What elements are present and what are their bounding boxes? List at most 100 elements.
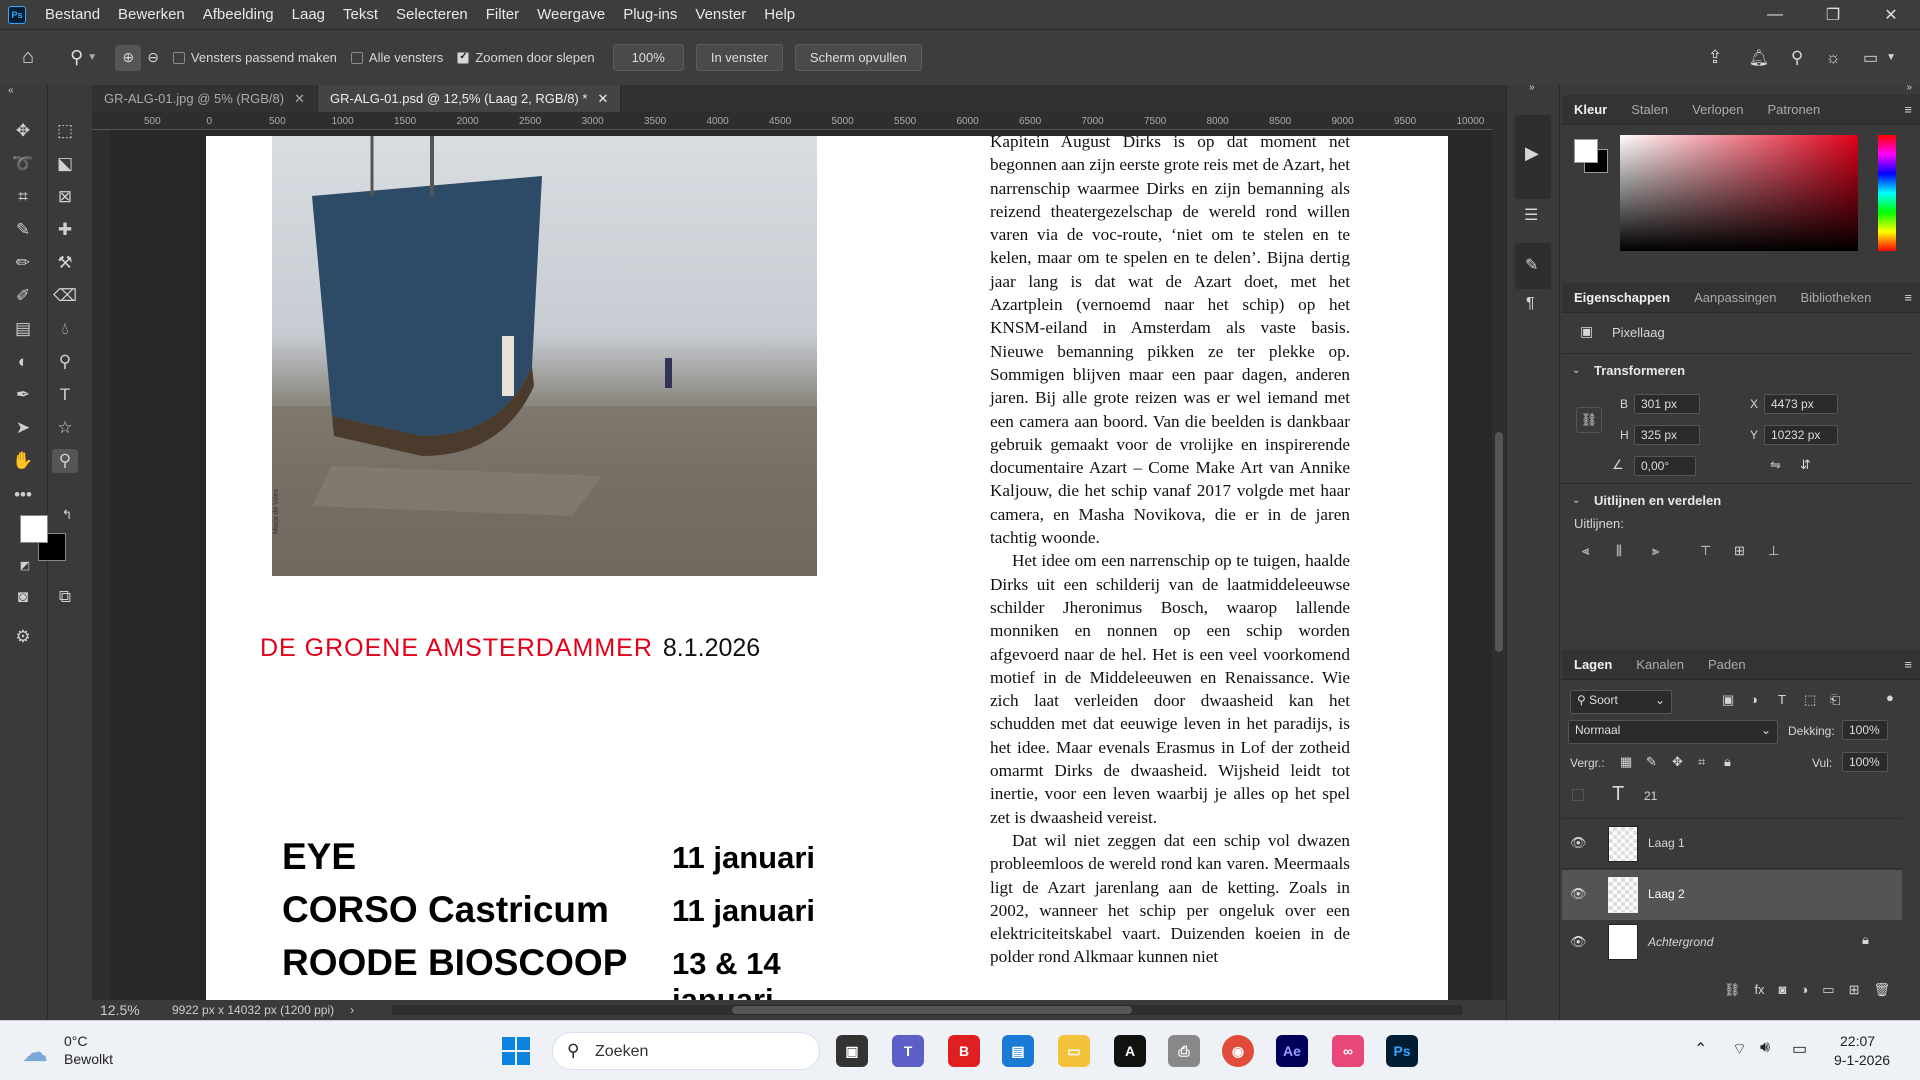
close-icon[interactable]: ✕ xyxy=(597,91,608,107)
foreground-color-swatch[interactable] xyxy=(20,515,48,543)
x-field[interactable]: 4473 px xyxy=(1764,394,1838,414)
menu-selecteren[interactable]: Selecteren xyxy=(387,6,477,23)
tab-aanpassingen[interactable]: Aanpassingen xyxy=(1682,283,1788,313)
color-field[interactable] xyxy=(1620,135,1858,251)
trash-icon[interactable]: 🗑︎ xyxy=(1873,982,1890,1004)
folder-icon[interactable]: ▭ xyxy=(1822,982,1834,1004)
flip-vertical-icon[interactable]: ⇵ xyxy=(1800,457,1811,473)
y-field[interactable]: 10232 px xyxy=(1764,425,1838,445)
layer-name[interactable]: Achtergrond xyxy=(1648,935,1713,949)
tab-kleur[interactable]: Kleur xyxy=(1562,95,1619,125)
tab-psd[interactable]: GR-ALG-01.psd @ 12,5% (Laag 2, RGB/8) * ✕ xyxy=(318,85,622,112)
lock-transparent-icon[interactable]: ▦ xyxy=(1620,754,1632,770)
chevron-right-icon[interactable]: › xyxy=(350,1003,354,1017)
home-icon[interactable]: ⌂ xyxy=(22,46,34,69)
workspace-icon[interactable]: ▭ xyxy=(1863,48,1878,68)
healing-brush-tool-icon[interactable]: ✚ xyxy=(52,218,78,242)
type-tool-icon[interactable]: T xyxy=(52,383,78,407)
marquee-tool-icon[interactable]: ⬚ xyxy=(52,119,78,143)
zoom-out-icon[interactable]: ⊖ xyxy=(147,49,159,66)
lock-all-icon[interactable]: 🔒︎ xyxy=(1724,754,1731,770)
zoom-tool-preset-icon[interactable]: ⚲ xyxy=(70,47,83,68)
tab-verlopen[interactable]: Verlopen xyxy=(1680,95,1755,125)
fg-swatch[interactable] xyxy=(1574,139,1598,163)
collapse-icon[interactable]: » xyxy=(1906,82,1912,93)
new-layer-icon[interactable]: ⊞ xyxy=(1849,982,1860,1004)
creative-cloud-icon[interactable]: ∞ xyxy=(1332,1035,1364,1067)
filter-shape-icon[interactable]: ⬚ xyxy=(1804,692,1816,708)
document-page[interactable]: Marja de Vries DE GROENE AMSTERDAMMER 8.… xyxy=(206,136,1448,1000)
align-bottom-icon[interactable]: ⊥ xyxy=(1768,543,1779,559)
menu-filter[interactable]: Filter xyxy=(477,6,528,23)
tab-lagen[interactable]: Lagen xyxy=(1562,650,1624,680)
generative-icon[interactable]: ⚙ xyxy=(10,625,36,649)
chevron-down-icon[interactable]: ⌄ xyxy=(1572,495,1580,506)
crop-tool-icon[interactable]: ⌗ xyxy=(10,185,36,209)
search-icon[interactable]: ⚲ xyxy=(1791,48,1803,68)
quick-mask-icon[interactable]: ◙ xyxy=(10,585,36,609)
flip-horizontal-icon[interactable]: ⇋ xyxy=(1770,457,1781,473)
task-view-icon[interactable]: ▣ xyxy=(836,1035,868,1067)
adobe-express-icon[interactable]: A xyxy=(1114,1035,1146,1067)
tab-stalen[interactable]: Stalen xyxy=(1619,95,1680,125)
chevron-down-icon[interactable]: ▼ xyxy=(1886,52,1896,63)
path-select-tool-icon[interactable]: ➤ xyxy=(10,416,36,440)
layer-row[interactable]: 👁︎ Achtergrond 🔒︎ xyxy=(1562,920,1902,964)
taskbar-search[interactable]: ⚲ Zoeken xyxy=(552,1032,820,1070)
document-size[interactable]: 9922 px x 14032 px (1200 ppi) xyxy=(172,1003,334,1017)
adjustments-icon[interactable]: ☰ xyxy=(1524,205,1538,225)
lock-artboard-icon[interactable]: ⌗ xyxy=(1698,754,1705,770)
vertical-scrollbar[interactable] xyxy=(1492,112,1506,1000)
layer-name[interactable]: Laag 2 xyxy=(1648,887,1685,901)
align-right-icon[interactable]: ⫸ xyxy=(1652,543,1659,559)
panel-menu-icon[interactable]: ≡ xyxy=(1904,657,1920,672)
bell-icon[interactable]: 🔔︎ xyxy=(1749,48,1769,68)
menu-afbeelding[interactable]: Afbeelding xyxy=(194,6,283,23)
clone-stamp-tool-icon[interactable]: ⚒ xyxy=(52,251,78,275)
fill-screen-button[interactable]: Scherm opvullen xyxy=(794,44,922,71)
fill-field[interactable]: 100% xyxy=(1842,752,1888,772)
blend-mode-select[interactable]: Normaal ⌄ xyxy=(1568,720,1778,744)
default-colors-icon[interactable]: ◩ xyxy=(12,553,38,577)
transform-section-title[interactable]: Transformeren xyxy=(1594,363,1685,378)
chevron-down-icon[interactable]: ⌄ xyxy=(1572,365,1580,376)
paragraph-icon[interactable]: ¶ xyxy=(1526,295,1535,313)
horizontal-scrollbar[interactable] xyxy=(392,1005,1462,1015)
filter-pixel-icon[interactable]: ▣ xyxy=(1722,692,1734,708)
align-top-icon[interactable]: ⊤ xyxy=(1700,543,1711,559)
wifi-icon[interactable]: ⌔ xyxy=(1732,1039,1747,1059)
filter-smart-icon[interactable]: ⎗ xyxy=(1830,692,1840,708)
menu-bewerken[interactable]: Bewerken xyxy=(109,6,194,23)
file-explorer-icon[interactable]: ▭ xyxy=(1058,1035,1090,1067)
eye-icon[interactable]: 👁︎ xyxy=(1570,835,1587,851)
photoshop-taskbar-icon[interactable]: Ps xyxy=(1386,1035,1418,1067)
link-layers-icon[interactable]: ⛓ xyxy=(1724,982,1741,1004)
mask-icon[interactable]: ◙ xyxy=(1779,982,1787,1004)
lock-position-icon[interactable]: ✥ xyxy=(1672,754,1683,770)
align-left-icon[interactable]: ⫷ xyxy=(1582,543,1589,559)
chevron-up-icon[interactable]: ⌃ xyxy=(1694,1039,1707,1059)
clock-time[interactable]: 22:07 xyxy=(1840,1033,1875,1049)
layer-filter-select[interactable]: ⚲ Soort ⌄ xyxy=(1570,690,1672,714)
tab-jpg[interactable]: GR-ALG-01.jpg @ 5% (RGB/8) ✕ xyxy=(92,85,318,112)
news-icon[interactable]: ▤ xyxy=(1002,1035,1034,1067)
frame-tool-icon[interactable]: ⊠ xyxy=(52,185,78,209)
menu-tekst[interactable]: Tekst xyxy=(334,6,387,23)
scrubby-zoom-checkbox[interactable]: Zoomen door slepen xyxy=(457,50,595,65)
panel-menu-icon[interactable]: ≡ xyxy=(1904,102,1920,117)
filter-adjustment-icon[interactable]: ◑ xyxy=(1750,692,1758,707)
after-effects-icon[interactable]: Ae xyxy=(1276,1035,1308,1067)
height-field[interactable]: 325 px xyxy=(1634,425,1700,445)
layer-row[interactable]: 👁︎ Laag 1 xyxy=(1562,819,1902,869)
brush-tool-icon[interactable]: ✏ xyxy=(10,251,36,275)
canvas-area[interactable]: Marja de Vries DE GROENE AMSTERDAMMER 8.… xyxy=(110,130,1492,1000)
angle-field[interactable]: 0,00° xyxy=(1634,456,1696,476)
play-icon[interactable]: ▶ xyxy=(1525,143,1539,164)
layer-row-selected[interactable]: 👁︎ Laag 2 xyxy=(1562,870,1902,920)
menu-laag[interactable]: Laag xyxy=(283,6,334,23)
start-icon[interactable] xyxy=(502,1037,530,1065)
zoom-value-field[interactable]: 100% xyxy=(612,44,684,71)
history-brush-tool-icon[interactable]: ✐ xyxy=(10,284,36,308)
clock-date[interactable]: 9-1-2026 xyxy=(1834,1052,1890,1068)
move-tool-icon[interactable]: ✥ xyxy=(10,119,36,143)
